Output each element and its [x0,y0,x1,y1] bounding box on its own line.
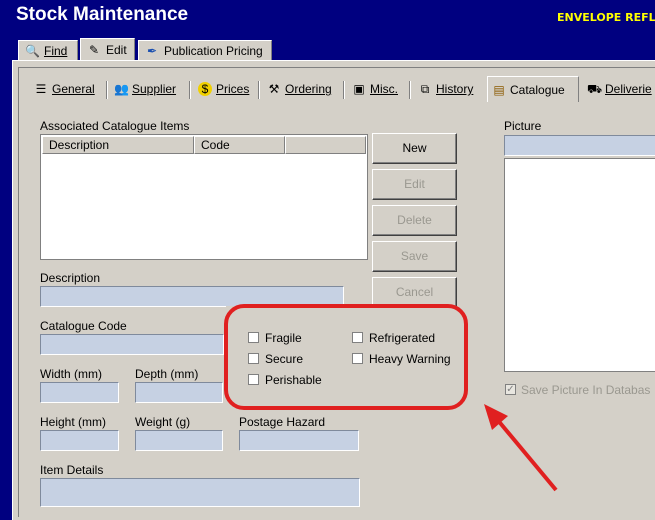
highlight-rectangle [224,304,468,410]
annotation-overlay [224,304,558,492]
tab-edit[interactable]: ✎ Edit [80,38,135,60]
pencil-icon: ✎ [88,42,100,57]
tab-edit-label: Edit [106,42,127,57]
arrow-shaft [494,416,558,492]
